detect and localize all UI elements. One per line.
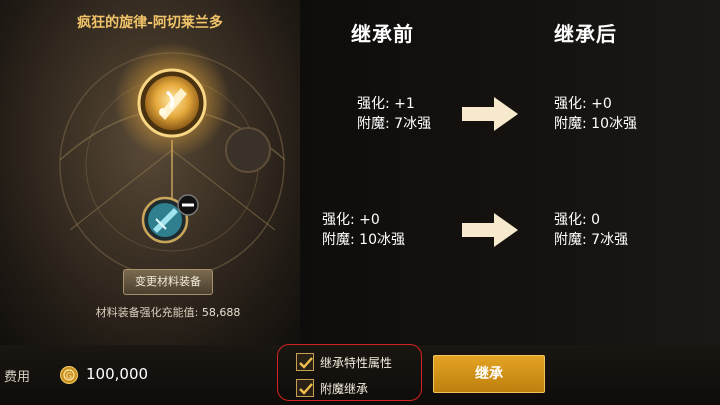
enhance-label: 强化: [322, 212, 355, 228]
enchant-label: 附魔: [554, 116, 587, 132]
item-name: 疯狂的旋律-阿切莱兰多 [77, 15, 223, 31]
option-inherit-enchant-label: 附魔继承 [320, 381, 369, 396]
before-column-title: 继承前 [351, 22, 414, 46]
option-inherit-enchant[interactable]: 附魔继承 [296, 379, 368, 397]
inherit-button[interactable]: 继承 [433, 355, 545, 393]
right-arrow-icon [462, 97, 518, 131]
enchant-value: 10冰强 [359, 232, 405, 248]
enchant-label: 附魔: [322, 232, 355, 248]
after-column-title: 继承后 [554, 22, 617, 46]
row1-after-stats: 强化: +0 附魔: 10冰强 [554, 94, 637, 134]
enchant-label: 附魔: [357, 116, 390, 132]
cost-label: 费用 [4, 370, 31, 385]
option-inherit-trait[interactable]: 继承特性属性 [296, 353, 392, 371]
row2-before-stats: 强化: +0 附魔: 10冰强 [322, 210, 405, 250]
comparison-panel [300, 0, 720, 345]
enhance-label: 强化: [357, 96, 390, 112]
cost-value: 100,000 [86, 365, 149, 383]
row2-after-stats: 强化: 0 附魔: 7冰强 [554, 210, 628, 250]
charge-value: 58,688 [201, 306, 241, 319]
option-inherit-trait-label: 继承特性属性 [320, 355, 393, 370]
enhance-label: 强化: [554, 212, 587, 228]
gold-coin-icon: G [60, 366, 78, 384]
remove-material-icon[interactable] [177, 194, 199, 216]
enhance-value: +0 [591, 96, 612, 112]
checkbox-checked-icon[interactable] [296, 379, 314, 397]
enchant-label: 附魔: [554, 232, 587, 248]
enchant-value: 10冰强 [591, 116, 637, 132]
enchant-value: 7冰强 [591, 232, 629, 248]
enhance-value: 0 [591, 212, 601, 228]
main-item-icon[interactable] [137, 68, 207, 138]
charge-info: 材料装备强化充能值: 58,688 [0, 304, 336, 320]
right-arrow-icon [462, 213, 518, 247]
enchant-value: 7冰强 [394, 116, 432, 132]
enhance-value: +1 [394, 96, 415, 112]
row1-before-stats: 强化: +1 附魔: 7冰强 [357, 94, 431, 134]
checkbox-checked-icon[interactable] [296, 353, 314, 371]
equipment-panel: 疯狂的旋律-阿切莱兰多 变更材料装备 [0, 0, 300, 345]
charge-label: 材料装备强化充能值: [95, 306, 199, 319]
enhance-label: 强化: [554, 96, 587, 112]
enhance-value: +0 [359, 212, 380, 228]
svg-text:G: G [66, 372, 72, 381]
change-material-button[interactable]: 变更材料装备 [123, 269, 213, 295]
